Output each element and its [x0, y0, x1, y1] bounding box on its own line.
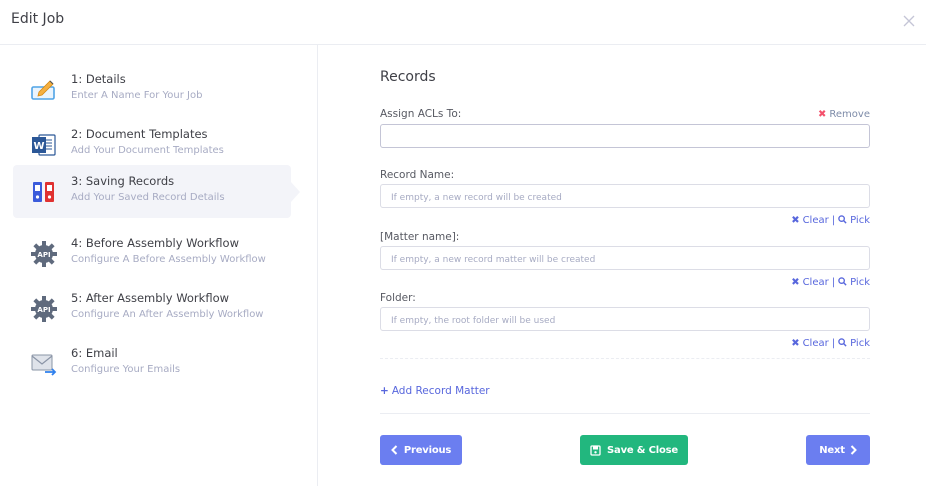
next-button[interactable]: Next	[806, 435, 870, 465]
pencil-icon	[31, 80, 55, 100]
clear-icon: ✖	[791, 277, 800, 288]
svg-text:API: API	[37, 251, 50, 259]
pick-folder-button[interactable]: Pick	[838, 338, 870, 349]
pick-record-name-button[interactable]: Pick	[838, 215, 870, 226]
record-name-wrap	[380, 184, 870, 209]
matter-name-input[interactable]	[381, 249, 869, 271]
step-after-assembly-workflow[interactable]: API 5: After Assembly Workflow Configure…	[13, 282, 291, 335]
modal-header: Edit Job	[0, 0, 926, 45]
word-icon: W	[32, 134, 56, 156]
step-title: 5: After Assembly Workflow	[71, 291, 230, 305]
section-title: Records	[380, 69, 436, 85]
clear-record-name-button[interactable]: ✖ Clear	[791, 215, 829, 226]
separator: |	[831, 338, 836, 349]
pick-matter-name-button[interactable]: Pick	[838, 277, 870, 288]
folder-wrap	[380, 307, 870, 332]
step-title: 6: Email	[71, 346, 118, 360]
search-icon	[838, 338, 847, 347]
search-icon	[838, 215, 847, 224]
clear-icon: ✖	[791, 338, 800, 349]
clear-matter-name-button[interactable]: ✖ Clear	[791, 277, 829, 288]
chevron-right-icon	[850, 445, 857, 455]
step-description: Add Your Document Templates	[71, 145, 224, 156]
step-description: Configure A Before Assembly Workflow	[71, 254, 266, 265]
remove-acl-button[interactable]: ✖ Remove	[818, 109, 870, 120]
step-description: Add Your Saved Record Details	[71, 192, 225, 203]
svg-text:API: API	[37, 306, 50, 314]
api-gear-icon: API	[31, 241, 57, 267]
add-record-matter-link[interactable]: + Add Record Matter	[380, 385, 490, 397]
wizard-steps: 1: Details Enter A Name For Your Job W 2…	[0, 45, 318, 486]
step-details[interactable]: 1: Details Enter A Name For Your Job	[13, 63, 291, 116]
step-title: 3: Saving Records	[71, 174, 175, 188]
step-description: Configure Your Emails	[71, 364, 181, 375]
records-form: Records Assign ACLs To: ✖ Remove Record N…	[380, 45, 870, 486]
modal-title: Edit Job	[11, 11, 65, 27]
step-title: 2: Document Templates	[71, 127, 208, 141]
record-name-input[interactable]	[381, 187, 869, 209]
step-title: 4: Before Assembly Workflow	[71, 236, 239, 250]
binders-icon	[33, 182, 54, 202]
matter-name-wrap	[380, 246, 870, 271]
step-document-templates[interactable]: W 2: Document Templates Add Your Documen…	[13, 118, 291, 171]
chevron-left-icon	[390, 445, 398, 455]
divider	[380, 413, 870, 414]
previous-button[interactable]: Previous	[380, 435, 462, 465]
step-email[interactable]: 6: Email Configure Your Emails	[13, 337, 291, 390]
step-saving-records[interactable]: 3: Saving Records Add Your Saved Record …	[13, 165, 300, 218]
folder-actions: ✖ Clear | Pick	[791, 338, 870, 349]
clear-folder-button[interactable]: ✖ Clear	[791, 338, 829, 349]
separator: |	[831, 277, 836, 288]
save-close-button[interactable]: Save & Close	[580, 435, 688, 465]
step-description: Enter A Name For Your Job	[71, 90, 203, 101]
plus-icon: +	[380, 385, 389, 397]
acl-label: Assign ACLs To:	[380, 108, 462, 120]
clear-icon: ✖	[791, 215, 800, 226]
separator: |	[831, 215, 836, 226]
acl-input-wrap	[380, 124, 870, 149]
divider	[380, 358, 870, 359]
email-icon	[31, 354, 57, 376]
save-icon	[590, 444, 601, 456]
step-description: Configure An After Assembly Workflow	[71, 309, 264, 320]
step-before-assembly-workflow[interactable]: API 4: Before Assembly Workflow Configur…	[13, 227, 291, 280]
close-icon[interactable]	[902, 14, 916, 28]
folder-label: Folder:	[380, 292, 416, 304]
search-icon	[838, 277, 847, 286]
api-gear-icon: API	[31, 296, 57, 322]
acl-input[interactable]	[381, 127, 869, 149]
matter-name-actions: ✖ Clear | Pick	[791, 277, 870, 288]
step-title: 1: Details	[71, 72, 126, 86]
folder-input[interactable]	[381, 310, 869, 332]
remove-icon: ✖	[818, 109, 827, 120]
svg-text:W: W	[33, 141, 44, 152]
matter-name-label: [Matter name]:	[380, 231, 460, 243]
record-name-label: Record Name:	[380, 169, 455, 181]
record-name-actions: ✖ Clear | Pick	[791, 215, 870, 226]
